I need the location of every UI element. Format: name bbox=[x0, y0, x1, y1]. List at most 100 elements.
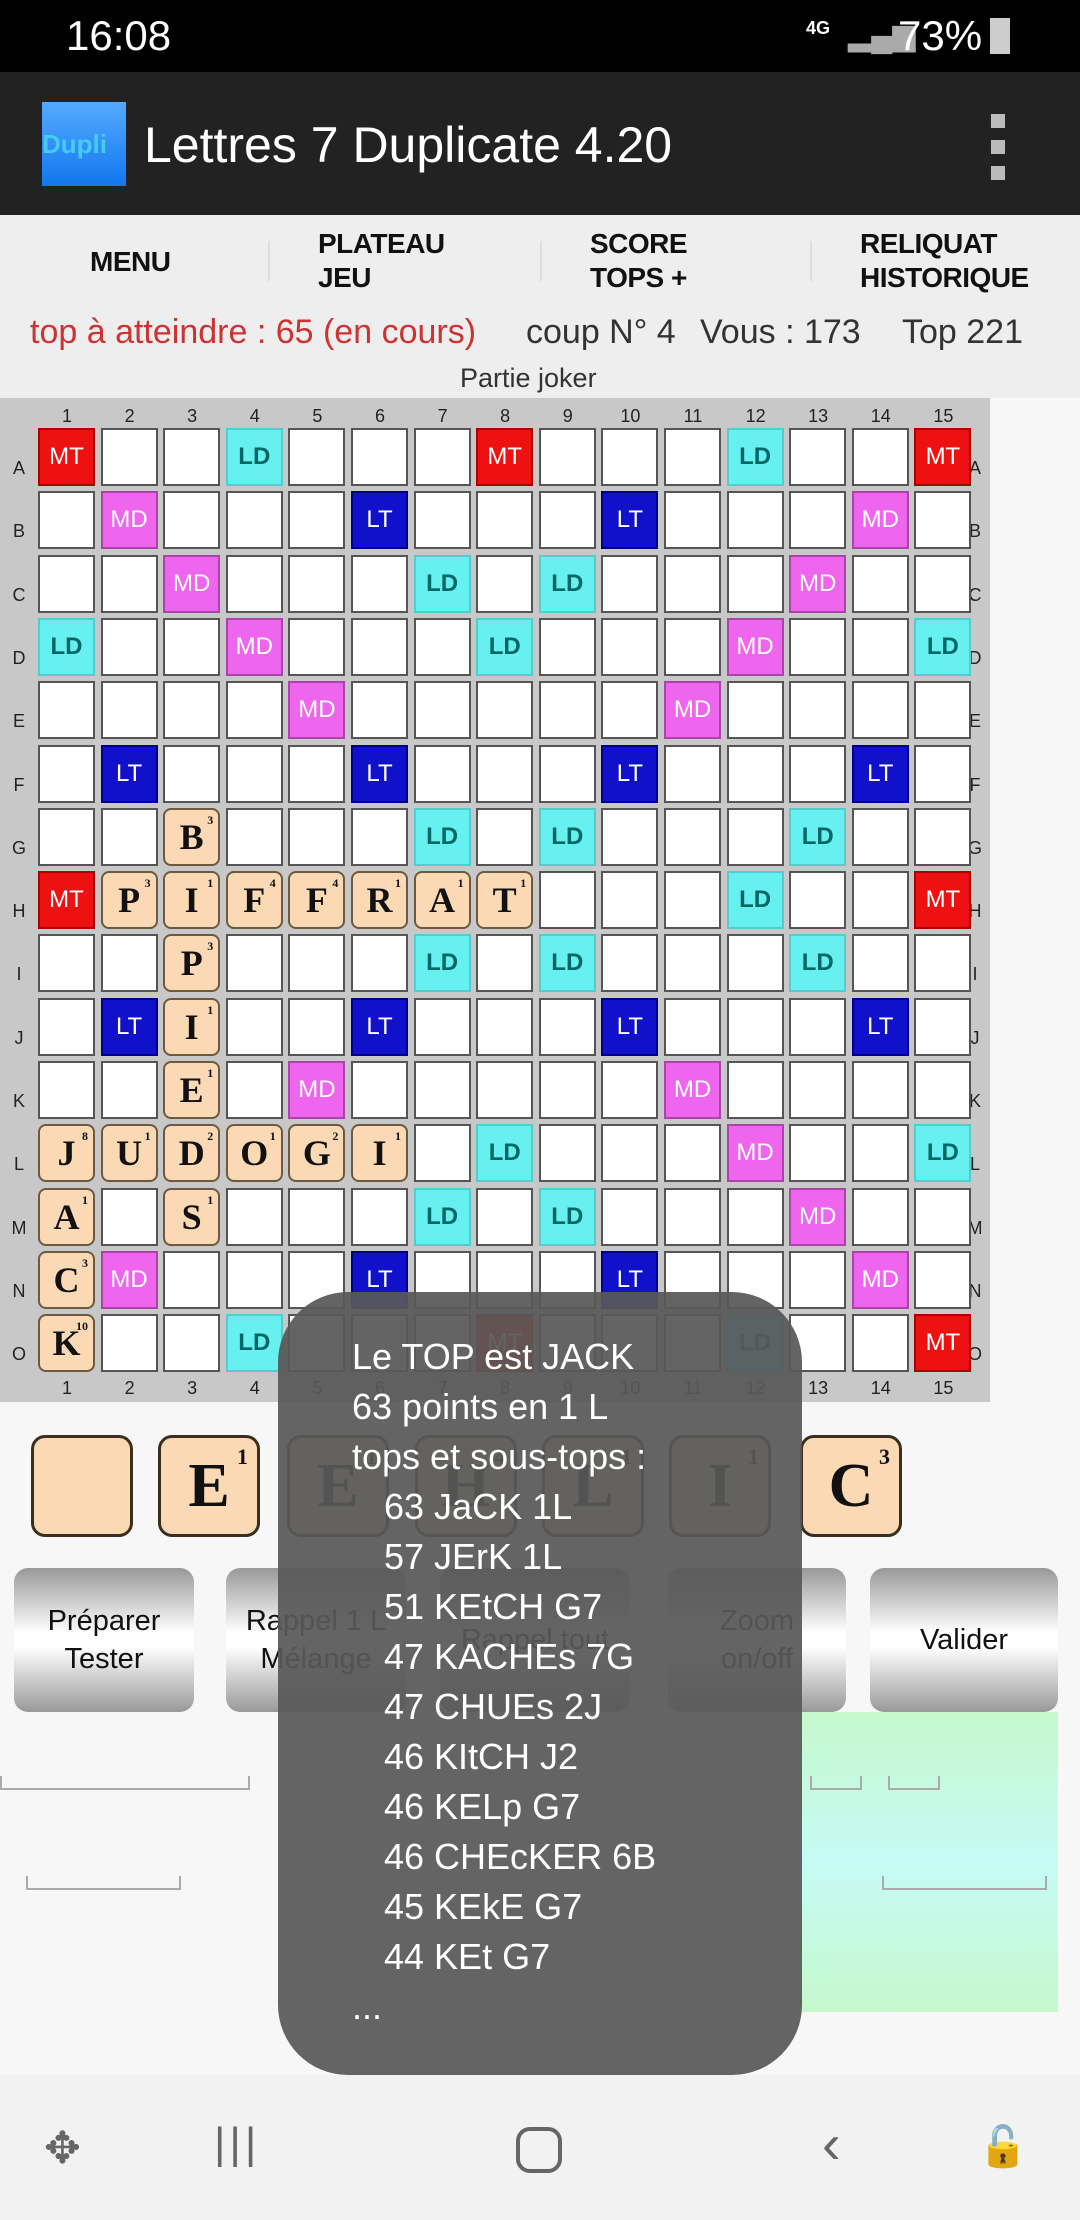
board-square[interactable] bbox=[914, 1061, 972, 1119]
board-tile[interactable]: P3 bbox=[163, 934, 221, 993]
premium-square-ld[interactable]: LD bbox=[538, 807, 596, 866]
premium-square-lt[interactable]: LT bbox=[100, 997, 158, 1056]
board-square[interactable] bbox=[726, 554, 784, 613]
board-square[interactable] bbox=[664, 491, 721, 550]
board-square[interactable] bbox=[789, 871, 847, 930]
board-square[interactable] bbox=[851, 1061, 909, 1119]
board-square[interactable] bbox=[351, 681, 408, 740]
board-square[interactable] bbox=[664, 554, 721, 613]
board-square[interactable] bbox=[664, 1124, 721, 1183]
board-square[interactable] bbox=[413, 744, 471, 803]
board-square[interactable] bbox=[38, 491, 95, 550]
premium-square-ld[interactable]: LD bbox=[538, 1187, 596, 1246]
board-square[interactable] bbox=[163, 617, 221, 676]
board-square[interactable] bbox=[476, 744, 534, 803]
board-tile[interactable]: T1 bbox=[476, 871, 534, 930]
premium-square-md[interactable]: MD bbox=[163, 554, 221, 613]
board-square[interactable] bbox=[351, 1061, 408, 1119]
board-square[interactable] bbox=[413, 1061, 471, 1119]
game-board[interactable]: 1122334455667788991010111112121313141415… bbox=[0, 398, 990, 1402]
board-square[interactable] bbox=[601, 807, 659, 866]
board-square[interactable] bbox=[851, 681, 909, 740]
premium-square-ld[interactable]: LD bbox=[413, 554, 471, 613]
premium-square-lt[interactable]: LT bbox=[351, 491, 408, 550]
board-square[interactable] bbox=[163, 491, 221, 550]
board-square[interactable] bbox=[225, 1061, 283, 1119]
board-square[interactable] bbox=[476, 807, 534, 866]
board-square[interactable] bbox=[100, 617, 158, 676]
board-square[interactable] bbox=[288, 617, 346, 676]
board-square[interactable] bbox=[538, 871, 596, 930]
board-square[interactable] bbox=[789, 997, 847, 1056]
board-square[interactable] bbox=[225, 1250, 283, 1309]
board-square[interactable] bbox=[601, 1061, 659, 1119]
board-square[interactable] bbox=[288, 997, 346, 1056]
premium-square-md[interactable]: MD bbox=[726, 617, 784, 676]
board-square[interactable] bbox=[851, 807, 909, 866]
premium-square-md[interactable]: MD bbox=[288, 1061, 346, 1119]
board-square[interactable] bbox=[914, 934, 972, 993]
board-square[interactable] bbox=[789, 428, 847, 486]
board-square[interactable] bbox=[664, 744, 721, 803]
premium-square-ld[interactable]: LD bbox=[538, 934, 596, 993]
board-square[interactable] bbox=[38, 554, 95, 613]
premium-square-md[interactable]: MD bbox=[726, 1124, 784, 1183]
board-square[interactable] bbox=[851, 934, 909, 993]
board-square[interactable] bbox=[163, 681, 221, 740]
board-square[interactable] bbox=[288, 491, 346, 550]
board-square[interactable] bbox=[288, 554, 346, 613]
board-square[interactable] bbox=[351, 554, 408, 613]
premium-square-md[interactable]: MD bbox=[851, 1250, 909, 1309]
board-tile[interactable]: D2 bbox=[163, 1124, 221, 1183]
tab-reliquat-historique[interactable]: RELIQUAT HISTORIQUE bbox=[860, 227, 1029, 295]
board-square[interactable] bbox=[789, 681, 847, 740]
premium-square-md[interactable]: MD bbox=[664, 1061, 721, 1119]
board-square[interactable] bbox=[225, 744, 283, 803]
board-tile[interactable]: A1 bbox=[38, 1187, 95, 1246]
board-square[interactable] bbox=[100, 934, 158, 993]
board-square[interactable] bbox=[664, 807, 721, 866]
premium-square-md[interactable]: MD bbox=[789, 554, 847, 613]
validate-button[interactable]: Valider bbox=[870, 1568, 1058, 1712]
premium-square-mt[interactable]: MT bbox=[38, 871, 95, 930]
board-square[interactable] bbox=[726, 491, 784, 550]
premium-square-lt[interactable]: LT bbox=[601, 744, 659, 803]
board-square[interactable] bbox=[914, 1250, 972, 1309]
tab-score-tops[interactable]: SCORE TOPS + bbox=[590, 227, 688, 295]
recents-icon[interactable]: ||| bbox=[214, 2119, 260, 2169]
board-tile[interactable]: A1 bbox=[413, 871, 471, 930]
board-square[interactable] bbox=[726, 997, 784, 1056]
board-square[interactable] bbox=[851, 1124, 909, 1183]
premium-square-md[interactable]: MD bbox=[288, 681, 346, 740]
board-square[interactable] bbox=[851, 428, 909, 486]
board-square[interactable] bbox=[225, 807, 283, 866]
premium-square-md[interactable]: MD bbox=[100, 491, 158, 550]
board-square[interactable] bbox=[851, 1314, 909, 1373]
board-square[interactable] bbox=[789, 491, 847, 550]
premium-square-ld[interactable]: LD bbox=[789, 807, 847, 866]
premium-square-lt[interactable]: LT bbox=[100, 744, 158, 803]
premium-square-ld[interactable]: LD bbox=[413, 807, 471, 866]
board-square[interactable] bbox=[100, 1187, 158, 1246]
premium-square-lt[interactable]: LT bbox=[351, 997, 408, 1056]
lock-touch-icon[interactable]: 🔓 bbox=[978, 2123, 1028, 2170]
board-square[interactable] bbox=[476, 934, 534, 993]
board-tile[interactable]: G2 bbox=[288, 1124, 346, 1183]
board-square[interactable] bbox=[914, 807, 972, 866]
board-square[interactable] bbox=[476, 681, 534, 740]
premium-square-lt[interactable]: LT bbox=[601, 997, 659, 1056]
rack-tile[interactable]: E1 bbox=[158, 1435, 260, 1537]
board-square[interactable] bbox=[601, 428, 659, 486]
board-square[interactable] bbox=[100, 1061, 158, 1119]
board-square[interactable] bbox=[726, 934, 784, 993]
board-square[interactable] bbox=[851, 1187, 909, 1246]
board-square[interactable] bbox=[664, 934, 721, 993]
board-square[interactable] bbox=[601, 681, 659, 740]
board-square[interactable] bbox=[664, 997, 721, 1056]
board-square[interactable] bbox=[413, 681, 471, 740]
premium-square-md[interactable]: MD bbox=[100, 1250, 158, 1309]
board-tile[interactable]: E1 bbox=[163, 1061, 221, 1119]
board-square[interactable] bbox=[225, 997, 283, 1056]
board-square[interactable] bbox=[163, 1250, 221, 1309]
board-square[interactable] bbox=[351, 807, 408, 866]
